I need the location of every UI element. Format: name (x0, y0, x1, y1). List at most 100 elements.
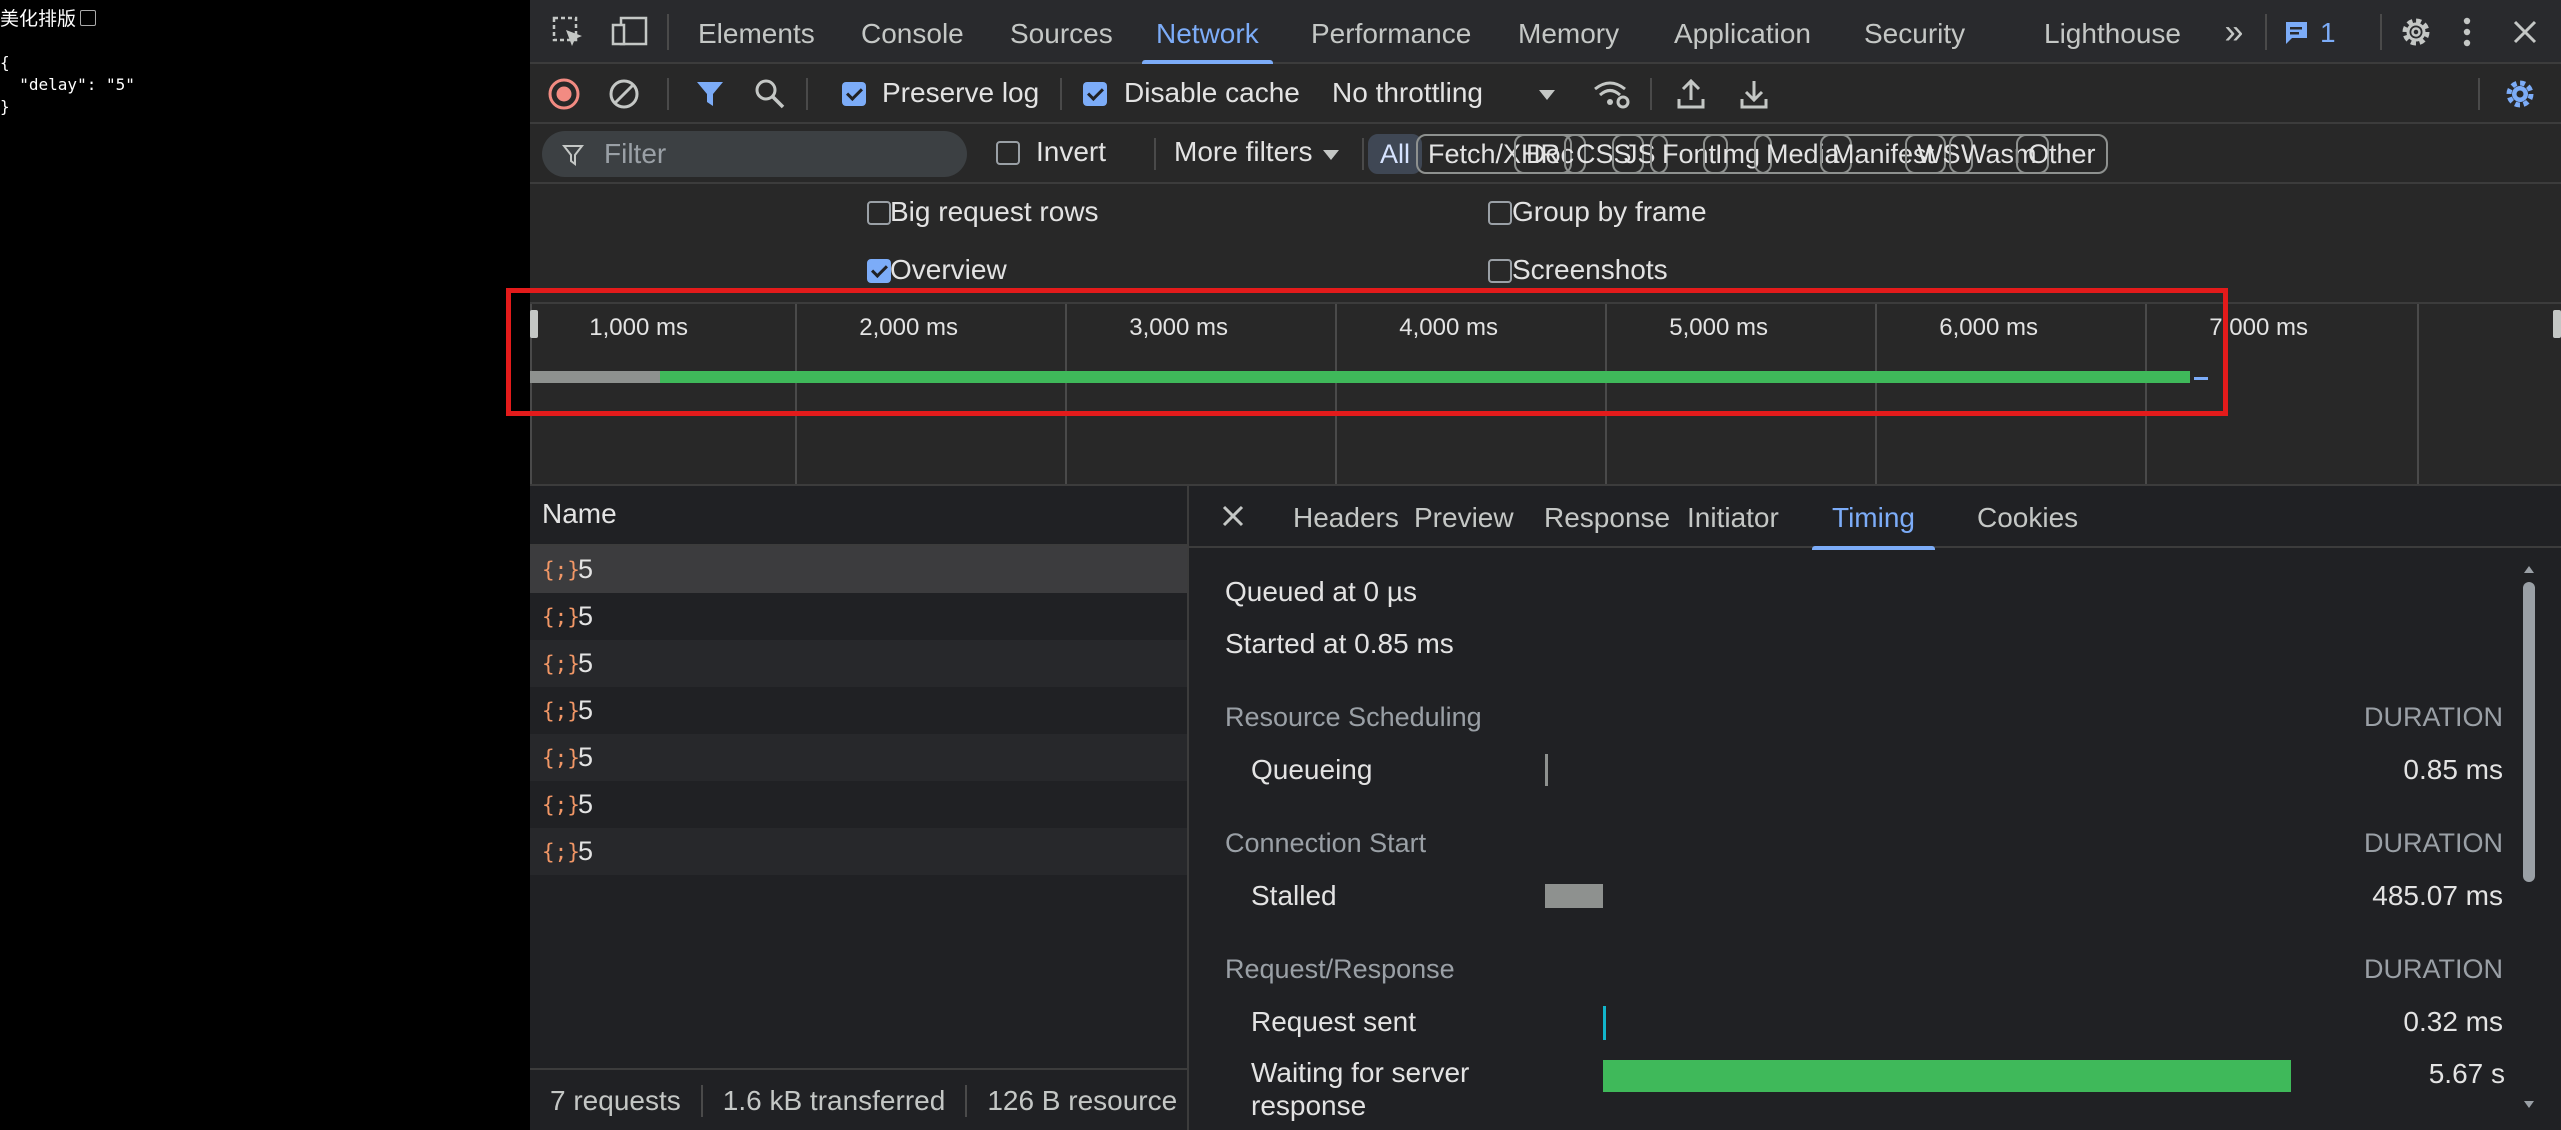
section-title: Connection Start (1225, 828, 1427, 858)
tab-performance[interactable]: Performance (1311, 0, 1471, 64)
beautify-control[interactable]: 美化排版 (0, 4, 97, 31)
phase-duration: 0.32 ms (2403, 1006, 2503, 1037)
json-file-icon: {;} (542, 792, 580, 817)
tab-sources[interactable]: Sources (1010, 0, 1113, 64)
filter-type-all[interactable]: All (1368, 134, 1423, 174)
request-row[interactable]: {;} 5 (530, 687, 1187, 734)
throttling-select[interactable]: No throttling (1332, 72, 1572, 116)
request-count: 7 requests (530, 1085, 703, 1117)
queueing-bar (1545, 754, 1548, 786)
devtools-panel: Elements Console Sources Network Perform… (506, 0, 2561, 1130)
group-by-frame-label: Group by frame (1512, 196, 1707, 227)
tab-timing[interactable]: Timing (1812, 502, 1935, 550)
device-toolbar-icon[interactable] (610, 14, 650, 50)
filter-input[interactable]: Filter (542, 131, 967, 177)
tab-application[interactable]: Application (1674, 0, 1811, 64)
phase-name: Queueing (1251, 754, 1373, 785)
request-row[interactable]: {;} 5 (530, 781, 1187, 828)
disable-cache-label: Disable cache (1124, 77, 1300, 108)
json-line: "delay": "5" (0, 75, 135, 94)
big-request-rows-label: Big request rows (890, 196, 1099, 227)
phase-name: Waiting for server response (1251, 1057, 1470, 1121)
page-content: 美化排版 { "delay": "5" } (0, 0, 530, 1130)
duration-header: DURATION (2364, 954, 2503, 984)
tab-memory[interactable]: Memory (1518, 0, 1619, 64)
request-row[interactable]: {;} 5 (530, 593, 1187, 640)
export-har-download-icon[interactable] (1736, 76, 1772, 112)
request-name: 5 (578, 648, 594, 678)
phase-duration: 485.07 ms (2372, 880, 2503, 911)
tab-headers[interactable]: Headers (1293, 502, 1399, 534)
devtools-tab-bar: Elements Console Sources Network Perform… (530, 0, 2561, 64)
tab-response[interactable]: Response (1544, 502, 1670, 534)
filter-type-other[interactable]: Other (2016, 134, 2108, 174)
beautify-label: 美化排版 (0, 9, 77, 30)
throttling-value: No throttling (1332, 77, 1483, 108)
name-header-label: Name (542, 498, 617, 529)
issues-count: 1 (2320, 17, 2336, 48)
overview-right-handle[interactable] (2553, 310, 2561, 338)
filter-funnel-icon[interactable] (692, 76, 728, 112)
tab-initiator[interactable]: Initiator (1687, 502, 1779, 534)
close-detail-icon[interactable] (1217, 500, 1249, 532)
request-name: 5 (578, 601, 594, 631)
invert-checkbox[interactable] (996, 141, 1020, 165)
overview-timeline[interactable]: 1,000 ms 2,000 ms 3,000 ms 4,000 ms 5,00… (506, 288, 2561, 486)
request-row[interactable]: {;} 5 (530, 546, 1187, 593)
request-row[interactable]: {;} 5 (530, 828, 1187, 875)
section-title: Request/Response (1225, 954, 1455, 984)
preserve-log-checkbox[interactable] (842, 82, 866, 106)
scrollbar-thumb[interactable] (2523, 582, 2535, 882)
duration-header: DURATION (2364, 702, 2503, 732)
network-settings-gear-icon[interactable] (2500, 74, 2540, 114)
disable-cache-checkbox[interactable] (1083, 82, 1107, 106)
search-icon[interactable] (752, 76, 788, 112)
big-request-rows-checkbox[interactable] (867, 201, 891, 225)
import-har-upload-icon[interactable] (1673, 76, 1709, 112)
phase-name: Stalled (1251, 880, 1337, 911)
issues-counter[interactable]: 1 (2282, 16, 2336, 50)
status-bar: 7 requests 1.6 kB transferred 126 B reso… (530, 1068, 1187, 1130)
highlight-annotation-box (506, 288, 2228, 416)
scroll-up-arrow-icon[interactable] (2523, 562, 2535, 578)
name-column-header[interactable]: Name (530, 486, 1187, 546)
invert-label: Invert (1036, 136, 1107, 167)
request-name: 5 (578, 554, 594, 584)
waiting-row-clip: Waiting for server response 5.67 s (1189, 1056, 2561, 1130)
group-by-frame-checkbox[interactable] (1488, 201, 1512, 225)
chevron-down-icon (1323, 150, 1339, 160)
network-conditions-icon[interactable] (1592, 76, 1632, 112)
started-at: Started at 0.85 ms (1225, 628, 1454, 659)
network-toolbar: Preserve log Disable cache No throttling (530, 64, 2561, 124)
chevron-down-icon (1539, 90, 1555, 100)
record-stop-icon[interactable] (546, 76, 582, 112)
close-devtools-icon[interactable] (2505, 12, 2545, 52)
json-file-icon: {;} (542, 604, 580, 629)
phase-duration: 5.67 s (2428, 1058, 2505, 1089)
duration-header: DURATION (2364, 828, 2503, 858)
screenshots-checkbox[interactable] (1488, 259, 1512, 283)
waiting-bar (1603, 1060, 2291, 1092)
tab-console[interactable]: Console (861, 0, 964, 64)
beautify-checkbox[interactable] (80, 9, 97, 26)
tab-preview[interactable]: Preview (1414, 502, 1514, 534)
tab-cookies[interactable]: Cookies (1977, 502, 2078, 534)
detail-tab-bar: Headers Preview Response Initiator Timin… (1189, 486, 2561, 550)
inspect-element-icon[interactable] (550, 14, 586, 50)
json-file-icon: {;} (542, 839, 580, 864)
settings-gear-icon[interactable] (2396, 12, 2436, 52)
more-options-icon[interactable] (2457, 12, 2477, 52)
tab-network[interactable]: Network (1142, 0, 1273, 64)
more-tabs-chevron-icon[interactable]: » (2214, 12, 2254, 52)
request-row[interactable]: {;} 5 (530, 640, 1187, 687)
json-line: } (0, 97, 10, 116)
more-filters-dropdown[interactable]: More filters (1164, 132, 1354, 176)
tab-elements[interactable]: Elements (698, 0, 815, 64)
overview-checkbox[interactable] (867, 259, 891, 283)
tab-lighthouse[interactable]: Lighthouse (2044, 0, 2181, 64)
clear-icon[interactable] (606, 76, 642, 112)
tab-security[interactable]: Security (1864, 0, 1965, 64)
scroll-down-arrow-icon[interactable] (2523, 1098, 2535, 1114)
stalled-bar (1545, 884, 1603, 908)
request-row[interactable]: {;} 5 (530, 734, 1187, 781)
